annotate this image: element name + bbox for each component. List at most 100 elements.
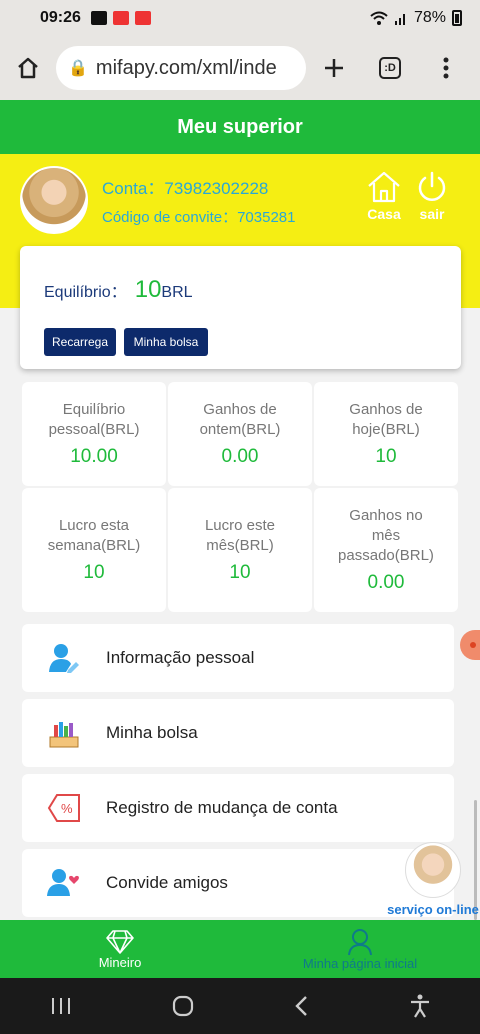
stat-value: 0.00 [221,446,259,467]
percent-tag-icon: % [22,792,106,824]
stat-label-line: semana(BRL) [47,537,141,554]
stat-label-line: Ganhos no [349,507,423,524]
stat-label-line: Ganhos de [349,401,423,418]
menu-label: Informação pessoal [106,648,255,667]
stat-value: 10.00 [70,446,118,467]
stat-today-earnings: Ganhos de hoje(BRL) 10 [314,382,458,486]
lock-icon: 🔒 [68,60,88,77]
stat-value: 10 [375,446,397,467]
stat-week-profit: Lucro esta semana(BRL) 10 [22,488,166,612]
power-icon [418,171,446,201]
svg-text:%: % [61,801,73,816]
stat-label: Equilíbrio pessoal(BRL) [49,400,140,440]
stat-label-line: passado(BRL) [338,547,434,564]
stat-label-line: pessoal(BRL) [48,421,140,438]
profile-icon [348,928,372,955]
status-right: 78% [370,9,462,27]
url-text: mifapy.com/xml/inde [95,56,277,79]
home-icon [18,57,38,79]
menu-label: Registro de mudança de conta [106,798,338,817]
tab-count: :D [379,57,401,79]
nav-label: Mineiro [98,954,142,970]
browser-toolbar: 🔒 mifapy.com/xml/inde :D [0,36,480,100]
more-vert-icon [443,57,449,79]
stat-label-line: mês(BRL) [206,537,274,554]
back-icon[interactable] [294,995,310,1017]
tab-switcher-button[interactable]: :D [362,57,418,79]
balance-value: 10 [134,276,162,303]
accessibility-icon[interactable] [409,994,431,1018]
new-tab-button[interactable] [306,57,362,79]
stat-label: Ganhos de hoje(BRL) [349,400,422,440]
account-info: Conta：73982302228 [102,174,268,199]
customer-service-button[interactable]: serviço on-line [386,842,480,917]
stat-last-month-earnings: Ganhos no mês passado(BRL) 0.00 [314,488,458,612]
balance-row: Equilíbrio： 10BRL [44,276,193,304]
diamond-icon [106,929,134,954]
menu-wallet[interactable]: Minha bolsa [22,699,454,767]
invite-friend-icon [22,868,106,898]
battery-percent: 78% [413,9,446,26]
logout-label: sair [419,206,445,222]
account-number: 73982302228 [164,179,269,198]
stats-grid: Equilíbrio pessoal(BRL) 10.00 Ganhos de on… [22,382,458,612]
menu-label: Minha bolsa [106,723,198,742]
app-notification-icon [112,11,129,25]
home-label: Casa [367,206,401,222]
wallet-button[interactable]: Minha bolsa [124,328,208,356]
system-nav-bar [0,978,480,1034]
home-circle-icon[interactable] [171,994,195,1018]
stat-label-line: Ganhos de [203,401,277,418]
camera-notification-icon [90,11,107,25]
invite-value: 7035281 [237,209,296,226]
stat-value: 10 [83,562,105,583]
floating-handle[interactable] [460,630,480,660]
status-bar: 09:26 78% [0,0,480,36]
menu-personal-info[interactable]: Informação pessoal [22,624,454,692]
person-edit-icon [22,642,106,674]
house-icon [368,171,400,203]
stat-label-line: mês [371,527,401,544]
account-label: Conta： [102,179,165,198]
balance-card: Equilíbrio： 10BRL Recarrega Minha bolsa [20,246,461,369]
browser-menu-button[interactable] [418,57,474,79]
balance-unit: BRL [161,284,193,301]
battery-icon [452,10,462,26]
nav-label: Minha página inicial [302,955,418,971]
app-notification-icon-2 [134,11,151,25]
stat-label: Lucro esta semana(BRL) [48,516,141,556]
stat-month-profit: Lucro este mês(BRL) 10 [168,488,312,612]
stat-personal-balance: Equilíbrio pessoal(BRL) 10.00 [22,382,166,486]
headset-agent-icon [405,842,461,898]
page-content: Meu superior Conta：73982302228 Código de… [0,100,480,920]
menu-account-change-log[interactable]: % Registro de mudança de conta [22,774,454,842]
balance-label: Equilíbrio： [44,284,127,301]
stat-label-line: Lucro esta [58,517,130,534]
stat-label-line: Equilíbrio [62,401,126,418]
stat-label: Lucro este mês(BRL) [205,516,275,556]
stat-value: 0.00 [367,572,405,593]
stat-label: Ganhos de ontem(BRL) [200,400,281,440]
address-bar[interactable]: 🔒 mifapy.com/xml/inde [56,46,306,90]
home-button[interactable]: Casa [364,170,404,222]
nav-miner[interactable]: Mineiro [0,920,240,978]
bottom-nav: Mineiro Minha página inicial [0,920,480,978]
logout-button[interactable]: sair [412,170,452,222]
invite-code: Código de convite：7035281 [102,206,296,227]
stat-value: 10 [229,562,251,583]
browser-home-button[interactable] [0,56,56,80]
recent-apps-icon[interactable] [50,996,72,1016]
customer-service-label: serviço on-line [387,902,479,917]
wifi-icon [370,11,388,25]
nav-my-home[interactable]: Minha página inicial [240,920,480,978]
stat-yesterday-earnings: Ganhos de ontem(BRL) 0.00 [168,382,312,486]
status-time: 09:26 [40,9,81,26]
invite-label: Código de convite： [102,209,238,226]
stat-label-line: ontem(BRL) [199,421,281,438]
recharge-button[interactable]: Recarrega [44,328,116,356]
stat-label: Ganhos no mês passado(BRL) [338,506,434,566]
menu-label: Convide amigos [106,873,228,892]
page-title: Meu superior [0,100,480,154]
stat-label-line: Lucro este [204,517,276,534]
signal-icon [394,14,405,25]
